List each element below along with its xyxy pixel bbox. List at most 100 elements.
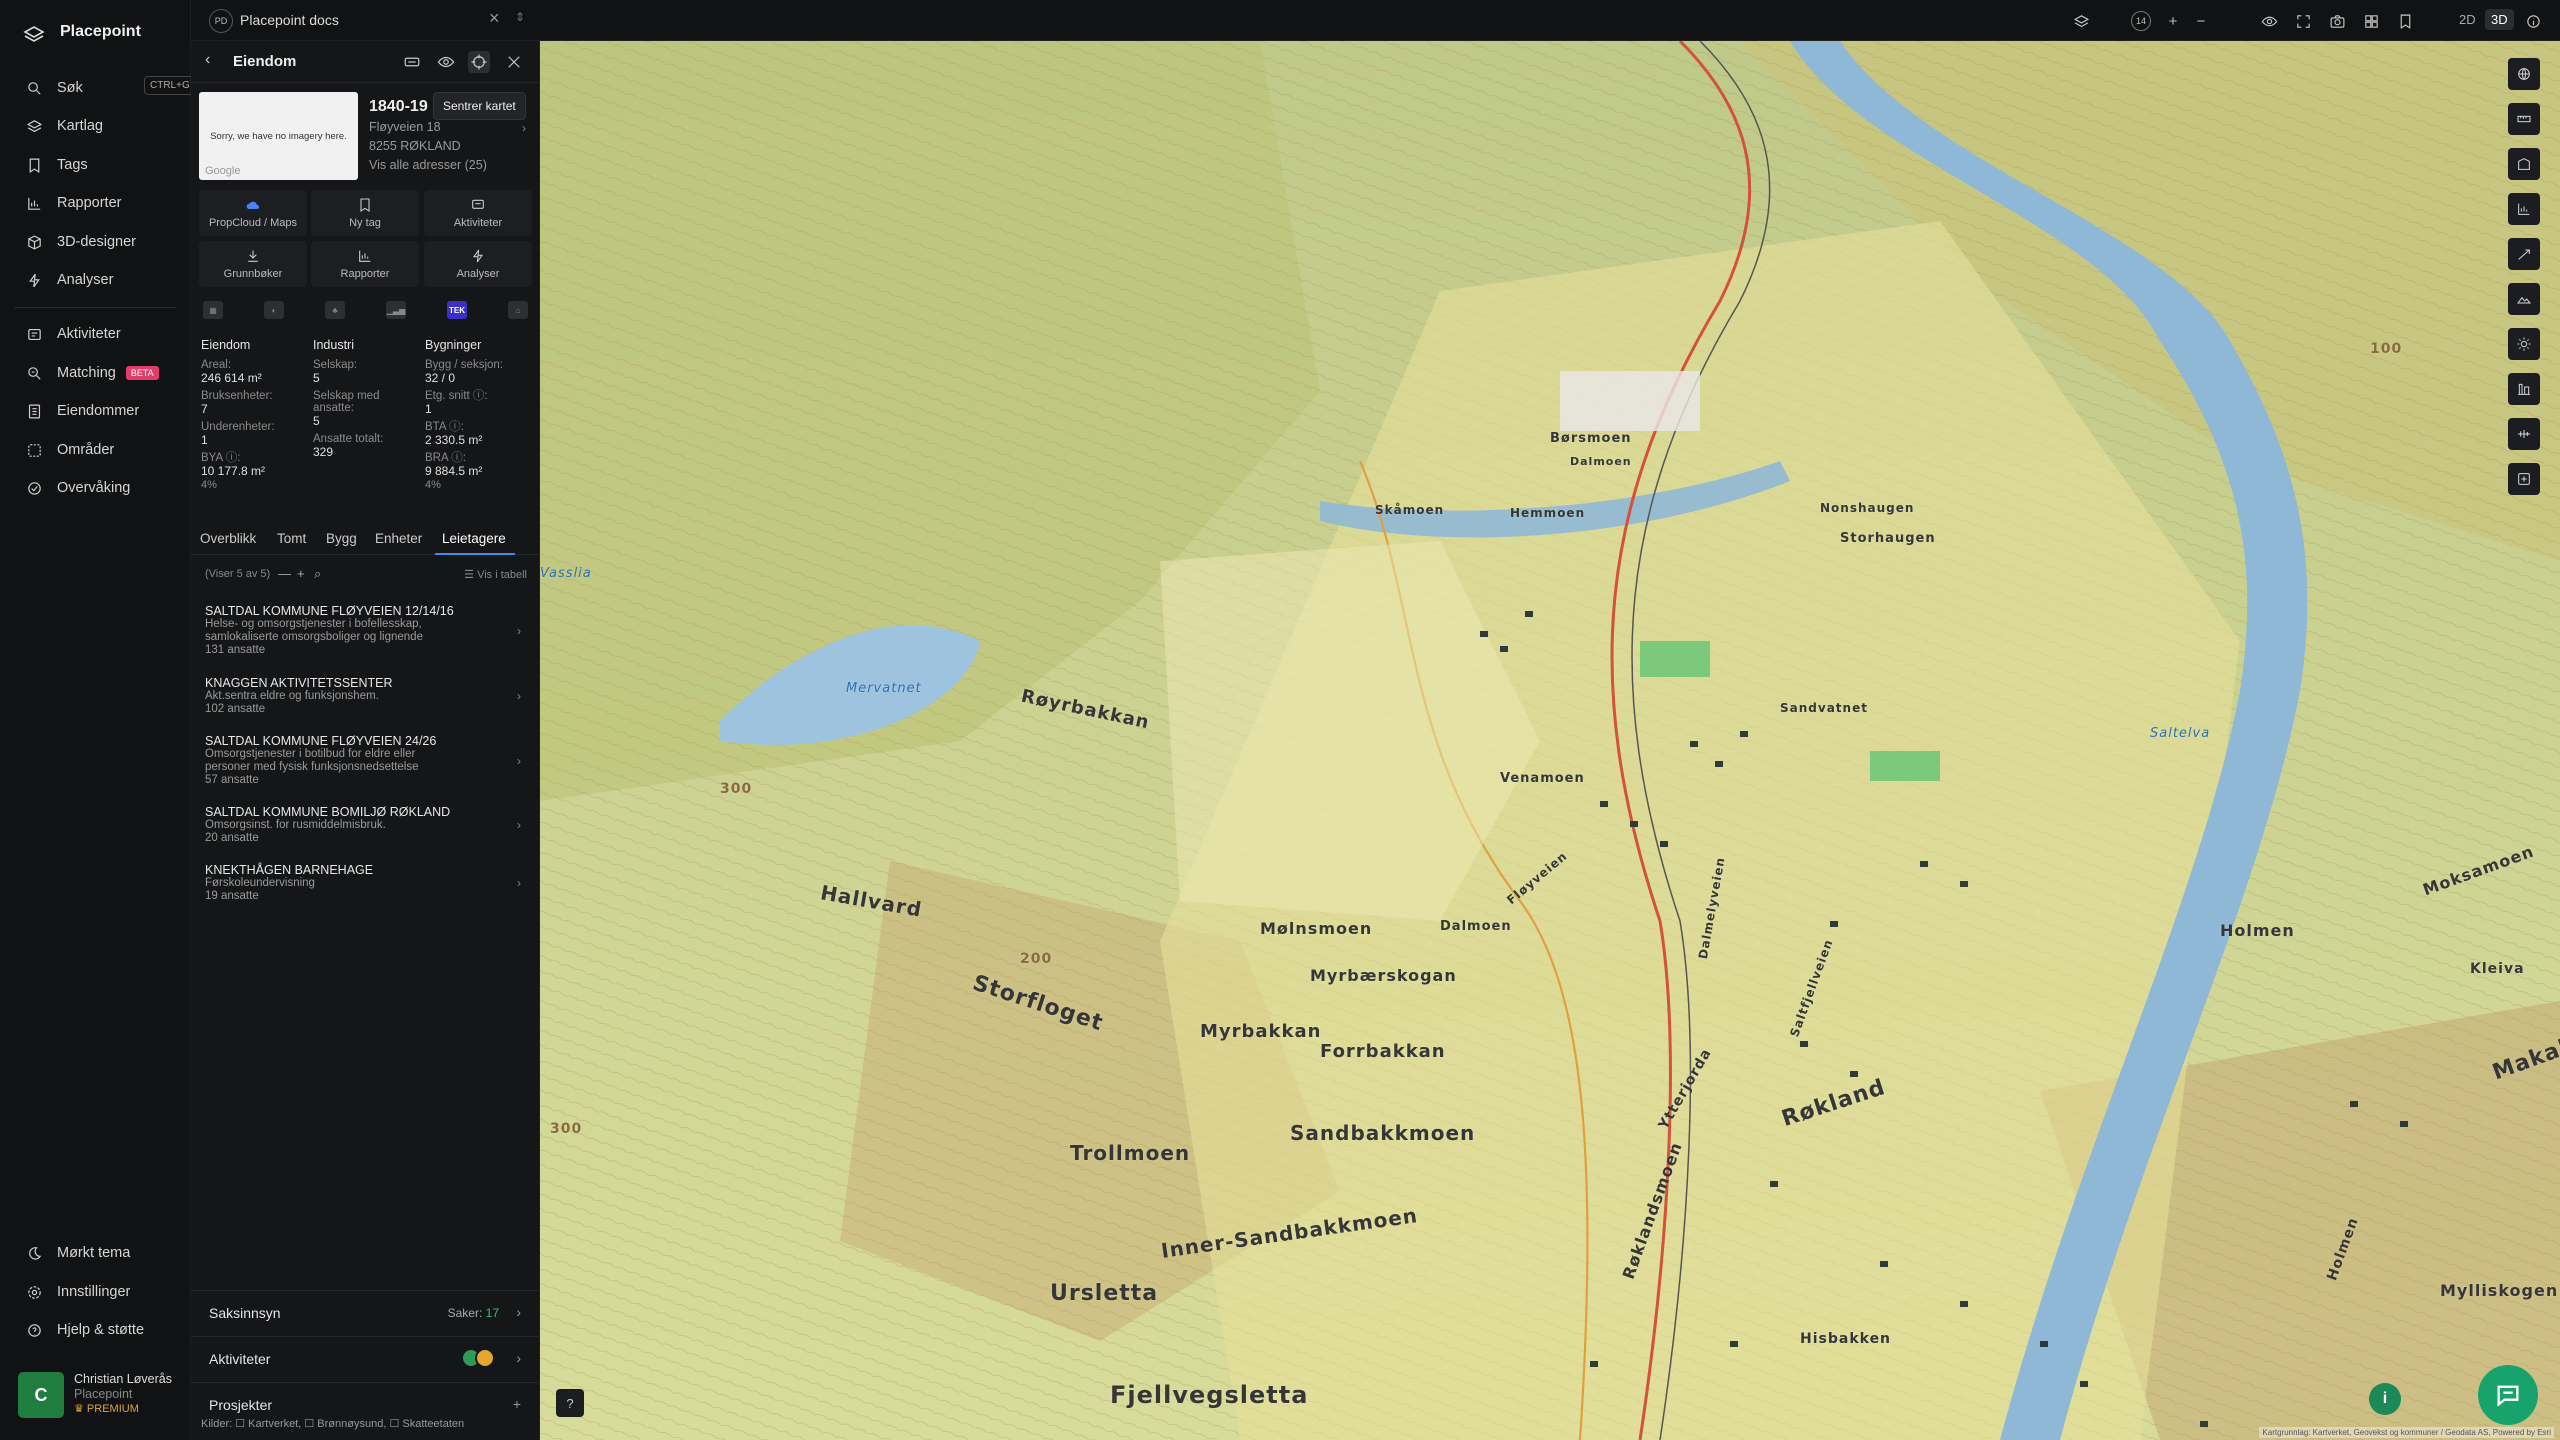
land-registry-button[interactable]: Grunnbøker <box>199 241 307 287</box>
section-tool-icon[interactable] <box>2508 418 2540 450</box>
property-thumbnail[interactable]: Sorry, we have no imagery here. Google <box>199 92 358 180</box>
stats-industri: Industri Selskap: 5 Selskap med ansatte:… <box>313 338 384 459</box>
close-icon[interactable] <box>503 51 525 73</box>
source-icon-1[interactable]: ▦ <box>203 301 223 319</box>
eye-icon[interactable] <box>2259 11 2279 31</box>
close-icon[interactable]: × <box>489 8 500 29</box>
analyses-button[interactable]: Analyser <box>424 241 532 287</box>
fullscreen-icon[interactable] <box>2293 11 2313 31</box>
view-as-table-link[interactable]: ☰ Vis i tabell <box>464 568 527 581</box>
address-street: Fløyveien 18 <box>369 120 441 134</box>
tab-overblikk[interactable]: Overblikk <box>200 531 256 546</box>
add-icon[interactable]: + <box>297 566 305 581</box>
place-label: Dalmoen <box>1440 919 1512 934</box>
nav-item-help[interactable]: Hjelp & støtte <box>26 1318 144 1342</box>
info-button[interactable]: i <box>2369 1383 2401 1415</box>
nav-item-matching[interactable]: Matching BETA <box>26 361 159 385</box>
nav-item-rapporter[interactable]: Rapporter <box>26 191 121 215</box>
chart-tool-icon[interactable] <box>2508 193 2540 225</box>
source-icon-6[interactable]: ⌂ <box>508 301 528 319</box>
cube-icon <box>28 234 41 250</box>
tenant-item[interactable]: SALTDAL KOMMUNE FLØYVEIEN 24/26 Omsorgst… <box>205 734 527 787</box>
tooltip: Sentrer kartet <box>433 92 526 120</box>
nav-item-search[interactable]: Søk CTRL+G <box>26 76 196 100</box>
new-tag-button[interactable]: Ny tag <box>311 190 419 236</box>
grid-icon[interactable] <box>2361 11 2381 31</box>
source-icon-2[interactable]: ◐ <box>264 301 284 319</box>
export-tool-icon[interactable] <box>2508 463 2540 495</box>
layers-toggle-icon[interactable] <box>2071 11 2091 31</box>
tenant-item[interactable]: SALTDAL KOMMUNE FLØYVEIEN 12/14/16 Helse… <box>205 604 527 657</box>
zoom-in-icon[interactable]: + <box>2163 11 2183 31</box>
chat-button[interactable] <box>2478 1365 2538 1425</box>
place-label: Venamoen <box>1500 771 1585 786</box>
nav-item-aktiviteter[interactable]: Aktiviteter <box>26 322 121 346</box>
propcloud-button[interactable]: PropCloud / Maps <box>199 190 307 236</box>
place-label: Mylliskogen <box>2440 1281 2559 1300</box>
help-button[interactable]: ? <box>556 1389 584 1417</box>
nav-item-omrader[interactable]: Områder <box>26 438 114 462</box>
slope-tool-icon[interactable] <box>2508 238 2540 270</box>
sun-tool-icon[interactable] <box>2508 328 2540 360</box>
workspace-badge[interactable]: PD <box>209 9 233 33</box>
area-icon <box>28 443 41 457</box>
place-label: Kleiva <box>2470 961 2525 977</box>
search-icon <box>28 81 41 95</box>
reports-button[interactable]: Rapporter <box>311 241 419 287</box>
user-profile[interactable]: C Christian Løverås Placepoint ♛ PREMIUM <box>18 1372 172 1418</box>
nav-item-kartlag[interactable]: Kartlag <box>26 114 103 138</box>
help-icon <box>28 1323 41 1337</box>
shadow-tool-icon[interactable] <box>2508 373 2540 405</box>
collapse-icon[interactable]: — <box>278 566 291 581</box>
property-id: 1840-19 <box>369 98 428 115</box>
back-icon[interactable]: ‹ <box>205 51 210 69</box>
building-tool-icon[interactable] <box>2508 148 2540 180</box>
bookmark-icon <box>29 158 40 173</box>
section-saksinnsyn[interactable]: Saksinnsyn Saker: 17 › <box>191 1290 539 1334</box>
tab-bygg[interactable]: Bygg <box>326 531 357 546</box>
activities-button[interactable]: Aktiviteter <box>424 190 532 236</box>
tab-leietagere[interactable]: Leietagere <box>442 531 506 546</box>
nav-item-eiendommer[interactable]: Eiendommer <box>26 399 139 423</box>
camera-icon[interactable] <box>2327 11 2347 31</box>
bolt-icon <box>29 273 40 287</box>
eye-icon[interactable] <box>435 51 457 73</box>
tab-enheter[interactable]: Enheter <box>375 531 422 546</box>
chevron-right-icon[interactable]: › <box>522 121 526 135</box>
elevation-tool-icon[interactable] <box>2508 283 2540 315</box>
source-icon-4[interactable]: ▁▃▅ <box>386 301 406 319</box>
info-icon[interactable] <box>2523 11 2543 31</box>
chart-icon <box>28 197 41 210</box>
mode-3d-button[interactable]: 3D <box>2485 9 2514 30</box>
measure-tool-icon[interactable] <box>2508 103 2540 135</box>
all-addresses-link[interactable]: Vis alle adresser (25) <box>369 158 487 172</box>
nav-item-3d-designer[interactable]: 3D-designer <box>26 230 136 254</box>
add-icon[interactable]: + <box>513 1396 521 1412</box>
center-map-icon[interactable] <box>468 51 490 73</box>
nav-item-overvaking[interactable]: Overvåking <box>26 476 130 500</box>
mode-2d-button[interactable]: 2D <box>2453 9 2482 30</box>
search-icon[interactable]: ⌕ <box>314 566 321 582</box>
chevron-updown-icon[interactable]: ⇕ <box>515 10 525 24</box>
tenant-item[interactable]: KNEKTHÅGEN BARNEHAGE Førskoleundervisnin… <box>205 863 527 903</box>
tenant-item[interactable]: KNAGGEN AKTIVITETSSENTER Akt.sentra eldr… <box>205 676 527 716</box>
nav-item-dark-theme[interactable]: Mørkt tema <box>26 1241 130 1265</box>
workspace-title[interactable]: Placepoint docs <box>240 12 339 28</box>
nav-item-settings[interactable]: Innstillinger <box>26 1280 130 1304</box>
zoom-out-icon[interactable]: − <box>2191 11 2211 31</box>
bookmark-icon[interactable] <box>2395 11 2415 31</box>
source-icon-3[interactable]: ♣ <box>325 301 345 319</box>
tenant-item[interactable]: SALTDAL KOMMUNE BOMILJØ RØKLAND Omsorgsi… <box>205 805 527 845</box>
terrain-map[interactable] <box>540 41 2560 1440</box>
map-3d-view[interactable]: Børsmoen Dalmoen Skåmoen Hemmoen Nonshau… <box>540 41 2560 1440</box>
panorama-icon[interactable] <box>401 51 423 73</box>
section-aktiviteter[interactable]: Aktiviteter › <box>191 1336 539 1380</box>
brand[interactable]: Placepoint <box>22 20 141 44</box>
nav-item-analyser[interactable]: Analyser <box>26 268 113 292</box>
app-name: Placepoint <box>60 23 141 40</box>
tek-icon[interactable]: TEK <box>447 301 467 319</box>
nav-item-tags[interactable]: Tags <box>26 153 88 177</box>
place-label: Ursletta <box>1050 1281 1159 1306</box>
tab-tomt[interactable]: Tomt <box>277 531 306 546</box>
globe-tool-icon[interactable] <box>2508 58 2540 90</box>
